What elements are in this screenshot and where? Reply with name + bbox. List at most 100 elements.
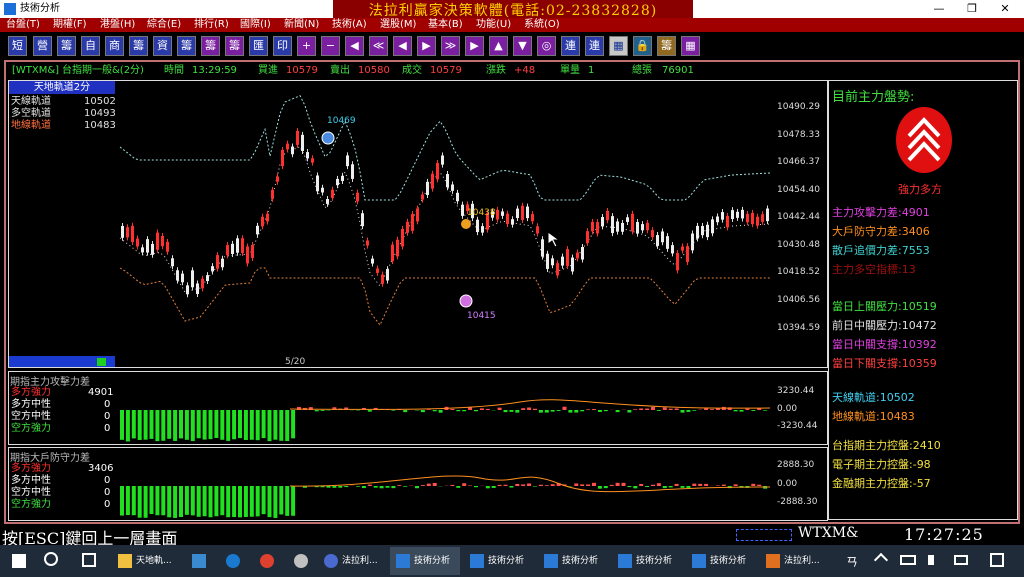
candle-body — [276, 176, 279, 182]
legend-bear-strong-value: 0 — [104, 499, 111, 510]
candle-body — [661, 231, 664, 243]
candle-body — [746, 213, 749, 223]
side-metrics-row: 主力攻擊力差:4901 — [832, 204, 930, 220]
side-value: -57 — [912, 477, 931, 490]
status-indicator — [736, 529, 792, 541]
tray-arrow-icon[interactable] — [873, 552, 889, 568]
candle-body — [346, 155, 349, 167]
candle-body — [161, 236, 164, 247]
ferrari-app-icon — [324, 554, 338, 568]
side-tracks-row: 天線軌道:10502 — [832, 389, 915, 405]
candle-body — [356, 192, 359, 202]
folder-icon — [118, 554, 132, 568]
search-icon[interactable] — [44, 552, 58, 566]
taskbar-tech-analysis[interactable]: 技術分析 — [686, 547, 756, 575]
taskbar-ferrari[interactable]: 法拉利... — [760, 547, 830, 575]
side-label: 主力攻擊力差 — [832, 206, 898, 219]
side-label: 地線軌道 — [832, 410, 876, 423]
task-view-icon[interactable] — [82, 553, 96, 567]
candle-body — [766, 208, 769, 222]
candle-body — [636, 222, 639, 234]
candle-body — [451, 184, 454, 191]
candle-body — [426, 181, 429, 195]
taskbar-tech-analysis[interactable]: 技術分析 — [390, 547, 460, 575]
candle-body — [686, 246, 689, 262]
side-levels-row: 當日上關壓力:10519 — [832, 298, 937, 314]
taskbar-chrome[interactable] — [254, 547, 288, 575]
taskbar-tech-analysis[interactable]: 技術分析 — [612, 547, 682, 575]
side-value: -98 — [912, 458, 931, 471]
legend-bear-neutral: 空方中性 — [11, 411, 51, 422]
side-label: 前日中關壓力 — [832, 319, 898, 332]
candle-body — [626, 217, 629, 222]
legend-bull-strong: 多方強力 — [11, 387, 51, 398]
candle-body — [531, 214, 534, 222]
candle-body — [696, 225, 699, 239]
side-label: 大戶防守力差 — [832, 225, 898, 238]
side-metrics-row: 主力多空指標:13 — [832, 261, 916, 277]
candle-body — [571, 257, 574, 272]
side-tracks-row: 地線軌道:10483 — [832, 408, 915, 424]
sub1-y-tick: 3230.44 — [777, 386, 815, 396]
candle-body — [231, 243, 234, 254]
candle-body — [641, 224, 644, 231]
y-tick: 10490.29 — [777, 102, 820, 112]
taskbar-app[interactable] — [288, 547, 320, 575]
candle-body — [526, 206, 529, 219]
side-metrics-row: 大戶防守力差:3406 — [832, 223, 930, 239]
volume-icon[interactable] — [928, 555, 940, 565]
notification-icon[interactable] — [990, 553, 1004, 567]
candle-body — [401, 228, 404, 247]
candle-body — [261, 216, 264, 227]
side-value: 10392 — [901, 338, 937, 351]
sky-track-line — [119, 95, 771, 201]
side-metrics-row: 散戶追價力差:7553 — [832, 242, 930, 258]
high-price-label: 10469 — [327, 116, 356, 126]
candle-body — [631, 213, 634, 232]
candle-body — [516, 208, 519, 219]
sub1-y-tick: 0.00 — [777, 404, 798, 414]
candle-body — [706, 224, 709, 238]
y-tick: 10406.56 — [777, 295, 820, 305]
taskbar-tech-analysis[interactable]: 技術分析 — [464, 547, 534, 575]
attack-diff-panel — [8, 371, 828, 445]
legend-bear-strong-value: 0 — [104, 423, 111, 434]
taskbar-edge[interactable] — [220, 547, 254, 575]
candle-body — [731, 210, 734, 220]
legend-bull-strong-value: 4901 — [88, 387, 114, 398]
low-price-label: 10415 — [467, 311, 496, 321]
side-value: 13 — [901, 263, 916, 276]
network-icon[interactable] — [900, 555, 916, 565]
candle-body — [416, 208, 419, 222]
start-icon[interactable] — [12, 554, 26, 568]
candle-body — [201, 278, 204, 289]
candle-body — [121, 225, 124, 238]
candle-body — [396, 239, 399, 257]
candle-body — [351, 164, 354, 179]
bull-arrow-icon — [896, 107, 952, 173]
candle-body — [621, 222, 624, 232]
side-label: 電子期主力控盤 — [832, 458, 909, 471]
taskbar-app[interactable] — [186, 547, 220, 575]
candle-body — [271, 189, 274, 199]
ime-indicator[interactable]: ㄢ — [846, 553, 858, 570]
candle-body — [656, 235, 659, 246]
candle-body — [196, 283, 199, 295]
side-levels-row: 前日中關壓力:10472 — [832, 317, 937, 333]
app-window: 技術分析 — ❐ ✕ 法拉利贏家決策軟體(電話:02-23832828) 台盤(… — [0, 0, 1024, 577]
candle-body — [736, 211, 739, 218]
taskbar-tech-analysis[interactable]: 技術分析 — [538, 547, 608, 575]
candle-body — [561, 256, 564, 266]
scroll-thumb[interactable] — [97, 358, 106, 366]
candle-body — [371, 258, 374, 264]
keyboard-icon[interactable] — [954, 555, 968, 565]
taskbar-folder[interactable]: 天地軌... — [112, 547, 184, 575]
taskbar-ferrari[interactable]: 法拉利... — [318, 547, 388, 575]
app-icon — [192, 554, 206, 568]
side-pull-row: 金融期主力控盤:-57 — [832, 475, 931, 491]
candle-body — [581, 247, 584, 260]
candle-body — [251, 244, 254, 258]
edge-icon — [226, 554, 240, 568]
side-label: 當日下關支撐 — [832, 357, 898, 370]
sub2-y-tick: -2888.30 — [777, 497, 818, 507]
